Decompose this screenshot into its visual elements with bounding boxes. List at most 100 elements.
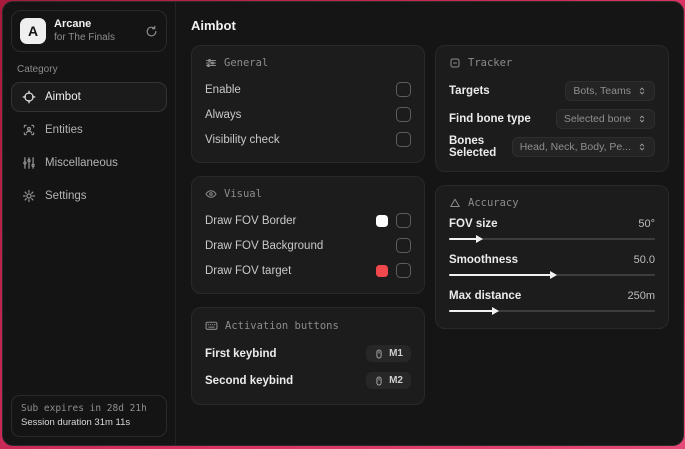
always-checkbox[interactable] xyxy=(396,107,411,122)
crosshair-icon xyxy=(22,90,36,104)
slider-thumb[interactable] xyxy=(492,306,500,315)
setting-row: Always xyxy=(205,103,411,126)
mouse-icon xyxy=(374,349,384,359)
fov-border-color-swatch[interactable] xyxy=(376,214,388,227)
adjust-icon xyxy=(205,57,217,69)
setting-row: Second keybind M2 xyxy=(205,368,411,393)
card-general: General Enable Always Visibility check xyxy=(191,45,425,163)
smoothness-value: 50.0 xyxy=(633,254,655,266)
setting-label: Always xyxy=(205,108,242,121)
setting-row: Draw FOV target xyxy=(205,259,411,282)
sidebar-item-settings[interactable]: Settings xyxy=(11,181,167,211)
setting-label: Max distance xyxy=(449,290,522,302)
fov-size-slider[interactable] xyxy=(449,234,655,243)
gear-icon xyxy=(22,189,36,203)
bones-selected-dropdown[interactable]: Head, Neck, Body, Pe... xyxy=(511,137,655,157)
setting-label: Find bone type xyxy=(449,113,531,125)
setting-row: Bones Selected Head, Neck, Body, Pe... xyxy=(449,134,655,160)
dropdown-value: Bots, Teams xyxy=(573,85,631,97)
mouse-icon xyxy=(374,376,384,386)
card-accuracy: Accuracy FOV size 50° Smoothness 50.0 Ma… xyxy=(435,185,669,329)
sidebar-item-label: Miscellaneous xyxy=(45,157,118,170)
draw-fov-border-checkbox[interactable] xyxy=(396,213,411,228)
refresh-icon[interactable] xyxy=(145,25,158,38)
app-window: A Arcane for The Finals Category Aimbot xyxy=(2,1,684,446)
setting-label: FOV size xyxy=(449,218,498,230)
max-distance-value: 250m xyxy=(627,290,655,302)
sliders-icon xyxy=(22,156,36,170)
fov-size-value: 50° xyxy=(638,218,655,230)
sub-expiry-text: Sub expires in 28d 21h xyxy=(21,402,147,414)
card-visual: Visual Draw FOV Border Draw FOV Backgrou… xyxy=(191,176,425,294)
unfold-icon xyxy=(637,86,647,96)
setting-row: Draw FOV Background xyxy=(205,234,411,257)
slider-thumb[interactable] xyxy=(475,234,483,243)
dropdown-value: Head, Neck, Body, Pe... xyxy=(519,141,631,153)
setting-label: Second keybind xyxy=(205,374,294,387)
draw-fov-target-checkbox[interactable] xyxy=(396,263,411,278)
app-logo: A xyxy=(20,18,46,45)
fov-target-color-swatch[interactable] xyxy=(376,264,388,277)
app-logo-letter: A xyxy=(27,23,39,40)
eye-icon xyxy=(205,188,217,200)
app-title: Arcane xyxy=(54,18,92,30)
focus-frame-icon xyxy=(449,57,461,69)
setting-row: Visibility check xyxy=(205,128,411,151)
sidebar-item-label: Settings xyxy=(45,190,87,203)
card-title: Tracker xyxy=(468,57,513,69)
setting-row: Targets Bots, Teams xyxy=(449,78,655,104)
unfold-icon xyxy=(637,114,647,124)
setting-label: Visibility check xyxy=(205,133,280,146)
draw-fov-background-checkbox[interactable] xyxy=(396,238,411,253)
card-tracker: Tracker Targets Bots, Teams Find bone ty… xyxy=(435,45,669,172)
enable-checkbox[interactable] xyxy=(396,82,411,97)
setting-label: Enable xyxy=(205,83,241,96)
slider-fill xyxy=(449,310,495,312)
dropdown-value: Selected bone xyxy=(563,113,631,125)
sidebar-item-label: Aimbot xyxy=(45,91,81,104)
setting-row: First keybind M1 xyxy=(205,341,411,366)
session-duration-text: Session duration 31m 11s xyxy=(21,416,131,428)
brand-card: A Arcane for The Finals xyxy=(11,10,167,53)
slider-row: FOV size 50° xyxy=(449,218,655,243)
keybind-value: M1 xyxy=(389,348,403,359)
slider-row: Max distance 250m xyxy=(449,290,655,315)
setting-label: Draw FOV target xyxy=(205,264,292,277)
subscription-info: Sub expires in 28d 21h Session duration … xyxy=(11,394,167,437)
setting-row: Draw FOV Border xyxy=(205,209,411,232)
card-title: Visual xyxy=(224,188,262,200)
card-title: General xyxy=(224,57,269,69)
setting-row: Enable xyxy=(205,78,411,101)
first-keybind-button[interactable]: M1 xyxy=(366,345,411,362)
slider-fill xyxy=(449,238,478,240)
targets-dropdown[interactable]: Bots, Teams xyxy=(565,81,655,101)
smoothness-slider[interactable] xyxy=(449,270,655,279)
setting-label: Draw FOV Border xyxy=(205,214,297,227)
setting-label: Targets xyxy=(449,85,490,97)
slider-fill xyxy=(449,274,552,276)
card-activation-buttons: Activation buttons First keybind M1 Seco… xyxy=(191,307,425,405)
find-bone-type-dropdown[interactable]: Selected bone xyxy=(555,109,655,129)
keyboard-icon xyxy=(205,319,218,332)
setting-label: Smoothness xyxy=(449,254,519,266)
main-panel: Aimbot General Enable Always Visibility … xyxy=(176,2,683,445)
setting-label: Bones Selected xyxy=(449,135,497,159)
sidebar-item-miscellaneous[interactable]: Miscellaneous xyxy=(11,148,167,178)
category-label: Category xyxy=(17,64,58,76)
person-scan-icon xyxy=(22,123,36,137)
setting-label: Draw FOV Background xyxy=(205,239,324,252)
card-title: Accuracy xyxy=(468,197,519,209)
card-title: Activation buttons xyxy=(225,319,339,332)
keybind-value: M2 xyxy=(389,375,403,386)
app-subtitle: for The Finals xyxy=(54,31,115,43)
slider-row: Smoothness 50.0 xyxy=(449,254,655,279)
max-distance-slider[interactable] xyxy=(449,306,655,315)
setting-row: Find bone type Selected bone xyxy=(449,106,655,132)
slider-thumb[interactable] xyxy=(550,270,557,279)
visibility-check-checkbox[interactable] xyxy=(396,132,411,147)
second-keybind-button[interactable]: M2 xyxy=(366,372,411,389)
sidebar-item-aimbot[interactable]: Aimbot xyxy=(11,82,167,113)
sidebar: A Arcane for The Finals Category Aimbot xyxy=(3,2,176,445)
sidebar-item-label: Entities xyxy=(45,124,83,137)
sidebar-item-entities[interactable]: Entities xyxy=(11,115,167,145)
